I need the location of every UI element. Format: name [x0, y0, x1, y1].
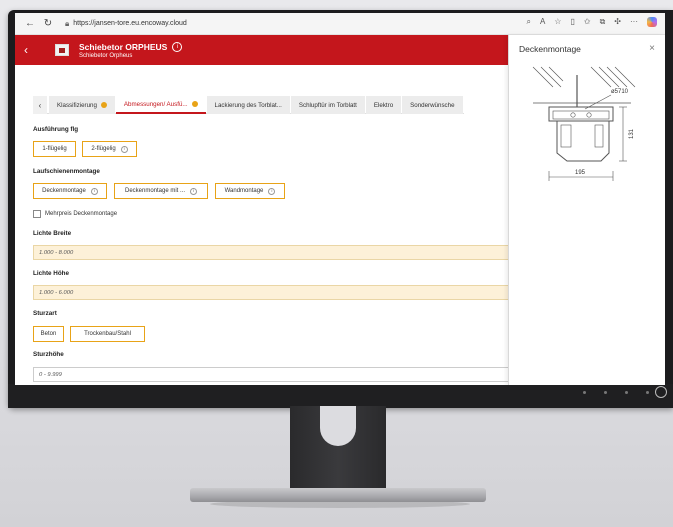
tab-klassifizierung[interactable]: Klassifizierung	[49, 96, 115, 114]
lichte-breite-label: Lichte Breite	[33, 230, 72, 237]
info-icon[interactable]: i	[190, 187, 198, 195]
option-label: Deckenmontage mit ...	[124, 188, 186, 194]
lichte-hoehe-input[interactable]: 1.000 - 6.000	[33, 285, 509, 300]
option-2-fluegelig[interactable]: 2-flügelig i	[82, 141, 137, 157]
more-icon[interactable]: ···	[630, 17, 638, 27]
option-label: Trockenbau/Stahl	[84, 331, 131, 337]
tab-label: Sonderwünsche	[410, 101, 455, 109]
lichte-hoehe-label: Lichte Höhe	[33, 270, 70, 277]
monitor-buttons	[583, 391, 649, 394]
mehrpreis-checkbox[interactable]	[33, 210, 41, 218]
app-title-row: Schiebetor ORPHEUS i	[79, 41, 183, 52]
page-title: Schiebetor ORPHEUS	[79, 41, 168, 52]
ausfuehrung-label: Ausführung flg	[33, 126, 79, 133]
favorites-bar-icon[interactable]: ✩	[584, 17, 591, 27]
tab-lackierung[interactable]: Lackierung des Torblat...	[206, 96, 290, 114]
drawing-label-top: ø5710	[611, 89, 629, 95]
favorite-icon[interactable]: ☆	[554, 17, 561, 27]
address-bar[interactable]: https://jansen-tore.eu.encoway.cloud	[73, 20, 187, 27]
tab-label: Elektro	[373, 101, 394, 109]
tab-label: Abmessungen/ Ausfü...	[123, 100, 188, 108]
mehrpreis-label: Mehrpreis Deckenmontage	[45, 211, 118, 217]
laufschiene-label: Laufschienenmontage	[33, 168, 100, 175]
product-thumbnail	[55, 44, 69, 56]
close-icon[interactable]: ×	[649, 43, 655, 54]
tab-elektro[interactable]: Elektro	[365, 96, 402, 114]
option-label: 2-flügelig	[91, 146, 116, 152]
info-icon[interactable]: i	[90, 187, 98, 195]
tab-label: Lackierung des Torblat...	[214, 101, 282, 109]
browser-tools: ⌕ A ☆ ▯ ✩ ⧉ ✣ ···	[526, 17, 657, 27]
option-beton[interactable]: Beton	[33, 326, 64, 342]
title-block: Schiebetor ORPHEUS i Schiebetor Orpheus	[79, 41, 183, 59]
back-arrow-icon[interactable]: ←	[21, 18, 39, 29]
warning-badge	[191, 101, 198, 107]
sturzhoehe-label: Sturzhöhe	[33, 351, 64, 358]
option-trockenbau-stahl[interactable]: Trockenbau/Stahl	[70, 326, 145, 342]
mounting-drawing: ø5710 195 131	[532, 66, 636, 181]
collections-icon[interactable]: ⧉	[600, 17, 606, 27]
option-label: Deckenmontage	[42, 188, 86, 194]
tab-abmessungen[interactable]: Abmessungen/ Ausfü...	[115, 96, 206, 114]
option-label: 1-flügelig	[42, 146, 67, 152]
option-1-fluegelig[interactable]: 1-flügelig	[33, 141, 76, 157]
panel-title: Deckenmontage	[519, 44, 581, 54]
chevron-left-icon[interactable]: ‹	[15, 43, 37, 57]
sturzart-label: Sturzart	[33, 310, 57, 317]
tab-schlupftuer[interactable]: Schlupftür im Torblatt	[290, 96, 365, 114]
drawing-dim-width: 195	[575, 170, 586, 176]
tab-bar: ‹ Klassifizierung Abmessungen/ Ausfü... …	[33, 96, 464, 114]
option-wandmontage[interactable]: Wandmontage i	[215, 183, 285, 199]
info-icon[interactable]: i	[120, 145, 128, 153]
detail-panel: Deckenmontage × ø5710 195 131	[508, 35, 665, 385]
tab-label: Schlupftür im Torblatt	[298, 101, 357, 109]
warning-badge	[100, 102, 107, 108]
app-header: ‹ Schiebetor ORPHEUS i Schiebetor Orpheu…	[15, 35, 511, 65]
browser-toolbar: ← ↻ 🔒︎ https://jansen-tore.eu.encoway.cl…	[15, 13, 665, 35]
option-label: Beton	[40, 331, 57, 337]
option-deckenmontage-mit[interactable]: Deckenmontage mit ... i	[114, 183, 208, 199]
tab-sonderwuensche[interactable]: Sonderwünsche	[402, 96, 463, 114]
reload-icon[interactable]: ↻	[39, 18, 57, 29]
monitor-bezel	[8, 384, 673, 408]
copilot-icon[interactable]	[647, 17, 657, 27]
sturzhoehe-input[interactable]: 0 - 9.999	[33, 367, 509, 382]
monitor-stand-base	[190, 488, 486, 502]
lichte-breite-input[interactable]: 1.000 - 8.000	[33, 245, 509, 260]
option-label: Wandmontage	[224, 188, 264, 194]
screen: ← ↻ 🔒︎ https://jansen-tore.eu.encoway.cl…	[15, 13, 665, 385]
page-subtitle: Schiebetor Orpheus	[79, 52, 133, 59]
split-screen-icon[interactable]: ▯	[570, 17, 574, 27]
lock-icon: 🔒︎	[65, 18, 70, 28]
extensions-icon[interactable]: ✣	[614, 17, 621, 27]
tab-scroll-left-icon[interactable]: ‹	[33, 96, 47, 114]
tab-label: Klassifizierung	[57, 101, 97, 109]
power-icon	[655, 386, 667, 398]
read-aloud-icon[interactable]: A	[540, 17, 545, 27]
option-deckenmontage[interactable]: Deckenmontage i	[33, 183, 107, 199]
monitor-stand-neck	[290, 406, 386, 494]
info-icon[interactable]: i	[172, 41, 183, 52]
drawing-dim-height: 131	[629, 128, 635, 139]
search-icon[interactable]: ⌕	[526, 17, 530, 27]
info-icon[interactable]: i	[268, 187, 276, 195]
